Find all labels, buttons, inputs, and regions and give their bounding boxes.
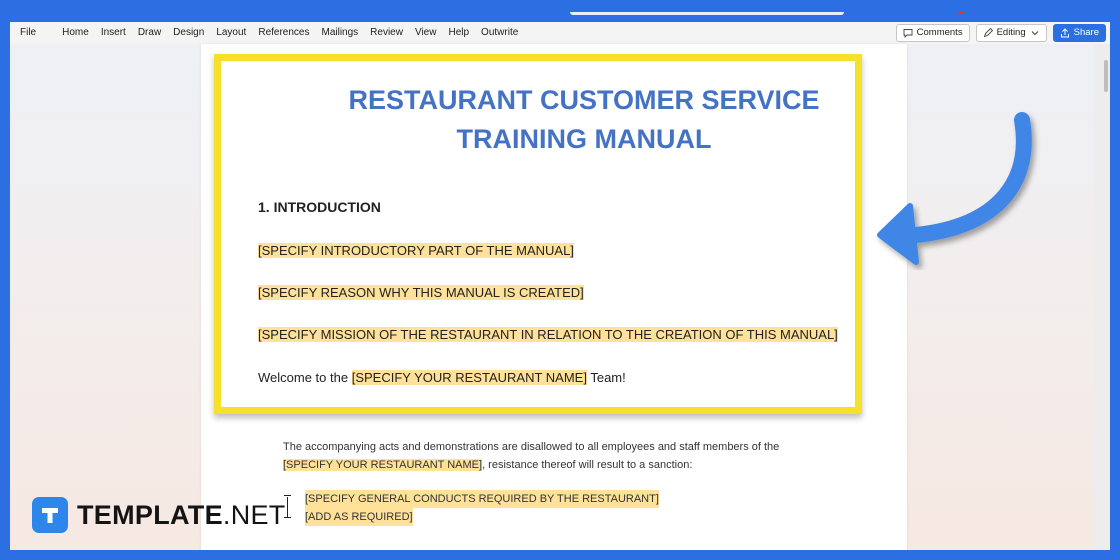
tab-home[interactable]: Home [56, 26, 95, 40]
intro-placeholder[interactable]: [SPECIFY INTRODUCTORY PART OF THE MANUAL… [258, 243, 574, 258]
intro-placeholder-paragraph: [SPECIFY INTRODUCTORY PART OF THE MANUAL… [258, 243, 574, 258]
share-label: Share [1073, 27, 1099, 38]
list-item: [ADD AS REQUIRED] [283, 508, 659, 526]
welcome-prefix: Welcome to the [258, 370, 352, 385]
title-bar [0, 0, 1120, 22]
body-restaurant-name-placeholder[interactable]: [SPECIFY YOUR RESTAURANT NAME] [283, 459, 483, 471]
chevron-down-icon [1031, 31, 1038, 36]
editing-mode-dropdown[interactable]: Editing [975, 24, 1047, 42]
tab-help[interactable]: Help [442, 26, 475, 40]
share-button[interactable]: Share [1052, 24, 1106, 42]
tab-draw[interactable]: Draw [132, 26, 167, 40]
bullet-placeholder-conducts[interactable]: [SPECIFY GENERAL CONDUCTS REQUIRED BY TH… [305, 490, 659, 508]
template-logo-icon [32, 497, 68, 533]
document-title-line2: TRAINING MANUAL [456, 124, 712, 154]
ribbon-tab-bar: File Home Insert Draw Design Layout Refe… [10, 22, 1110, 45]
tab-references[interactable]: References [252, 26, 315, 40]
comments-label: Comments [916, 27, 963, 38]
bullet-list: [SPECIFY GENERAL CONDUCTS REQUIRED BY TH… [283, 490, 659, 526]
welcome-paragraph: Welcome to the [SPECIFY YOUR RESTAURANT … [258, 370, 626, 385]
tab-file[interactable]: File [20, 26, 42, 40]
tab-design[interactable]: Design [167, 26, 210, 40]
pencil-icon [983, 28, 993, 38]
reason-placeholder-paragraph: [SPECIFY REASON WHY THIS MANUAL IS CREAT… [258, 285, 584, 300]
list-item: [SPECIFY GENERAL CONDUCTS REQUIRED BY TH… [283, 490, 659, 508]
comments-button[interactable]: Comments [895, 24, 970, 42]
highlighted-section-callout: RESTAURANT CUSTOMER SERVICE TRAINING MAN… [214, 54, 862, 414]
welcome-restaurant-name-placeholder[interactable]: [SPECIFY YOUR RESTAURANT NAME] [351, 370, 587, 385]
document-title-line1: RESTAURANT CUSTOMER SERVICE [348, 85, 820, 115]
scrollbar-thumb[interactable] [1104, 60, 1108, 92]
tab-view[interactable]: View [409, 26, 443, 40]
editing-label: Editing [996, 27, 1026, 38]
tab-mailings[interactable]: Mailings [315, 26, 364, 40]
search-box[interactable] [570, 5, 844, 15]
tab-outwrite[interactable]: Outwrite [475, 26, 524, 40]
brand-suffix: .NET [222, 499, 286, 530]
body-line2-suffix: , resistance thereof will result to a sa… [482, 459, 693, 471]
comment-icon [903, 29, 913, 38]
brand-name: TEMPLATE [77, 499, 223, 530]
mission-placeholder-paragraph: [SPECIFY MISSION OF THE RESTAURANT IN RE… [258, 327, 838, 342]
curved-arrow-icon [877, 112, 1032, 265]
body-paragraph: The accompanying acts and demonstrations… [283, 438, 843, 474]
brand-wordmark: TEMPLATE.NET [77, 500, 286, 531]
bullet-placeholder-add[interactable]: [ADD AS REQUIRED] [305, 508, 413, 526]
tab-layout[interactable]: Layout [210, 26, 252, 40]
record-indicator-icon [956, 6, 964, 14]
reason-placeholder[interactable]: [SPECIFY REASON WHY THIS MANUAL IS CREAT… [258, 285, 584, 300]
document-title: RESTAURANT CUSTOMER SERVICE TRAINING MAN… [221, 81, 855, 159]
welcome-suffix: Team! [586, 370, 626, 385]
body-line1: The accompanying acts and demonstrations… [283, 441, 780, 453]
body-line2: [SPECIFY YOUR RESTAURANT NAME], resistan… [283, 456, 843, 474]
share-icon [1060, 28, 1069, 38]
tab-review[interactable]: Review [364, 26, 409, 40]
mission-placeholder[interactable]: [SPECIFY MISSION OF THE RESTAURANT IN RE… [258, 327, 838, 342]
ribbon-tabs: File Home Insert Draw Design Layout Refe… [20, 26, 524, 40]
ribbon-actions: Comments Editing Share [895, 24, 1106, 42]
template-net-logo: TEMPLATE.NET [32, 497, 286, 533]
section-heading: 1. INTRODUCTION [258, 199, 381, 215]
vertical-scrollbar[interactable] [1094, 44, 1110, 550]
tab-insert[interactable]: Insert [95, 26, 132, 40]
